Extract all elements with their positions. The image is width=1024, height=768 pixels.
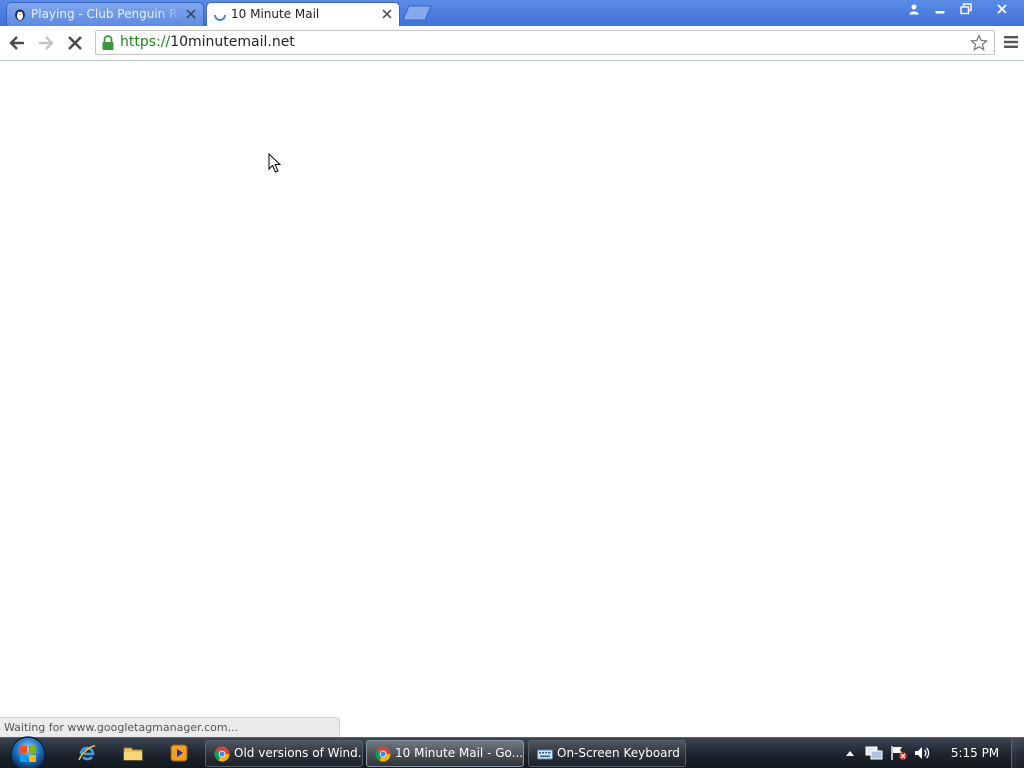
url-scheme: https://: [120, 34, 171, 50]
screen: Playing - Club Penguin Re 10 Minute Mail: [0, 0, 1024, 768]
page-viewport[interactable]: Waiting for www.googletagmanager.com...: [0, 61, 1024, 737]
stop-icon: [68, 36, 82, 50]
tab-title: 10 Minute Mail: [231, 7, 320, 21]
chrome-menu-icon[interactable]: [1004, 35, 1018, 49]
close-icon: [996, 4, 1007, 14]
user-icon: [909, 4, 919, 15]
back-arrow-icon: [9, 36, 24, 50]
keyboard-icon: [537, 749, 553, 760]
restore-button[interactable]: [953, 0, 979, 18]
stop-loading-button[interactable]: [65, 33, 85, 53]
network-icon[interactable]: [865, 745, 883, 761]
url-text: https://10minutemail.net: [120, 31, 295, 54]
forward-button[interactable]: [36, 33, 56, 53]
close-window-button[interactable]: [979, 0, 1024, 18]
browser-toolbar: https://10minutemail.net: [0, 26, 1024, 61]
tab-title: Playing - Club Penguin Re: [31, 7, 181, 21]
tab-club-penguin[interactable]: Playing - Club Penguin Re: [6, 2, 204, 26]
windows-taskbar: Old versions of Wind... 10 Minute Mail -…: [0, 734, 1024, 768]
minimize-button[interactable]: [927, 0, 953, 18]
action-center-flag-icon[interactable]: [890, 745, 908, 761]
profile-button[interactable]: [901, 0, 927, 18]
penguin-icon: [15, 9, 25, 21]
bookmark-star-icon[interactable]: [970, 34, 988, 52]
taskbar-button-label: Old versions of Wind...: [234, 746, 363, 760]
browser-tabstrip: Playing - Club Penguin Re 10 Minute Mail: [0, 0, 1024, 26]
folder-icon[interactable]: [123, 743, 143, 763]
new-tab-button[interactable]: [402, 5, 432, 21]
tab-10-minute-mail[interactable]: 10 Minute Mail: [206, 2, 400, 26]
close-tab-icon[interactable]: [382, 9, 392, 19]
mouse-cursor-icon: [268, 153, 282, 173]
chrome-icon: [375, 746, 391, 762]
taskbar-button-10-minute-mail[interactable]: 10 Minute Mail - Go...: [366, 740, 524, 767]
minimize-icon: [935, 11, 945, 14]
taskbar-clock[interactable]: 5:15 PM: [945, 738, 1005, 768]
show-desktop-button[interactable]: [1011, 738, 1024, 768]
internet-explorer-icon[interactable]: [77, 743, 97, 763]
taskbar-button-label: On-Screen Keyboard: [557, 746, 680, 760]
url-host: 10minutemail.net: [170, 34, 295, 50]
loading-spinner-icon: [214, 14, 226, 21]
media-player-icon[interactable]: [169, 743, 189, 763]
close-tab-icon[interactable]: [186, 9, 196, 19]
taskbar-button-label: 10 Minute Mail - Go...: [395, 746, 524, 760]
address-bar[interactable]: https://10minutemail.net: [95, 30, 995, 55]
chrome-icon: [214, 746, 230, 762]
taskbar-button-on-screen-keyboard[interactable]: On-Screen Keyboard: [528, 740, 686, 767]
start-button[interactable]: [8, 734, 48, 768]
back-button[interactable]: [7, 33, 27, 53]
lock-icon: [102, 35, 114, 50]
forward-arrow-icon: [39, 36, 54, 50]
status-bubble: Waiting for www.googletagmanager.com...: [0, 717, 340, 737]
restore-icon: [960, 3, 972, 15]
show-hidden-icons-icon[interactable]: [845, 749, 855, 757]
taskbar-button-old-versions[interactable]: Old versions of Wind...: [205, 740, 363, 767]
volume-icon[interactable]: [914, 745, 932, 761]
